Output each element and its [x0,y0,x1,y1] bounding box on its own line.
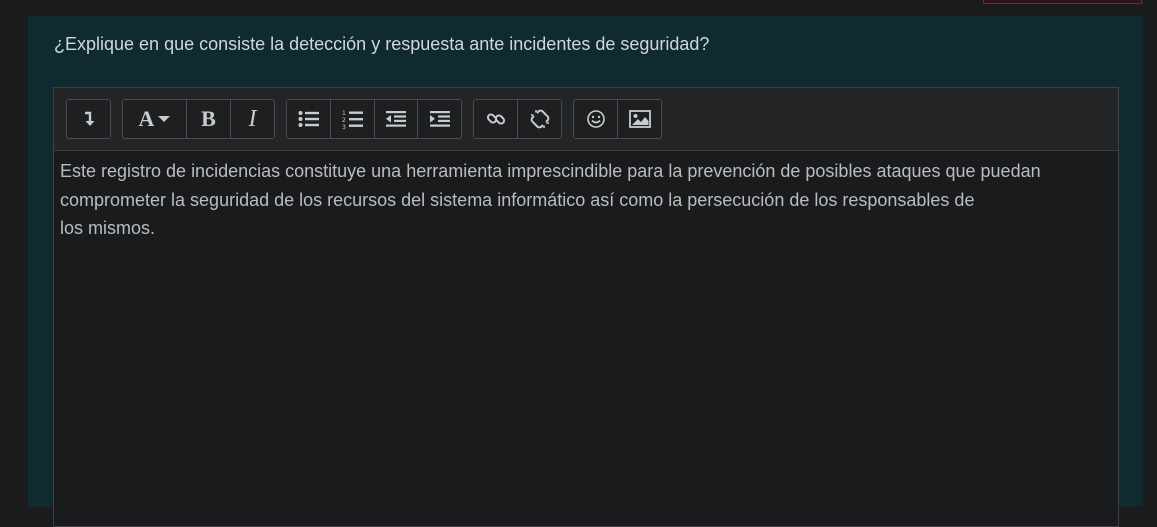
outdent-icon [385,110,407,128]
question-text: ¿Explique en que consiste la detección y… [54,34,710,54]
outdent-button[interactable] [375,100,418,138]
image-icon [628,110,651,128]
editor-content-area[interactable]: Este registro de incidencias constituye … [54,151,1118,243]
font-style-dropdown-icon: A [139,106,171,132]
italic-button[interactable]: I [231,100,274,138]
toolbar-group-links [473,99,562,139]
italic-icon: I [248,105,257,132]
indent-icon [429,110,451,128]
remove-link-button[interactable] [518,100,561,138]
editor-toolbar: A B I 1 2 3 [54,88,1118,151]
indent-button[interactable] [418,100,461,138]
svg-text:1: 1 [342,110,346,117]
partial-action-box[interactable] [983,0,1142,4]
insert-link-button[interactable] [474,100,518,138]
toolbar-group-media [573,99,662,139]
ordered-list-icon: 1 2 3 [342,109,364,129]
ordered-list-button[interactable]: 1 2 3 [331,100,375,138]
question-panel: ¿Explique en que consiste la detección y… [28,16,1143,527]
answer-line: los mismos. [60,218,156,238]
unordered-list-button[interactable] [287,100,331,138]
bold-icon: B [201,106,216,131]
unlink-icon [530,109,550,129]
answer-line: Este registro de incidencias constituye … [60,161,1041,181]
font-style-dropdown-button[interactable]: A [123,100,187,138]
rich-text-editor[interactable]: A B I 1 2 3 Este registro de incidencias… [53,87,1119,527]
toolbar-group-collapse [66,99,111,139]
insert-emoticon-button[interactable] [574,100,618,138]
link-icon [486,109,506,129]
svg-text:3: 3 [342,124,346,129]
bold-button[interactable]: B [187,100,231,138]
toolbar-group-lists: 1 2 3 [286,99,462,139]
svg-text:2: 2 [342,117,346,124]
insert-image-button[interactable] [618,100,661,138]
collapse-toolbar-button[interactable] [67,100,110,138]
emoticon-icon [586,109,606,129]
unordered-list-icon [298,110,320,128]
collapse-toolbar-icon [81,110,97,128]
toolbar-group-text-format: A B I [122,99,275,139]
answer-line: comprometer la seguridad de los recursos… [60,189,975,210]
